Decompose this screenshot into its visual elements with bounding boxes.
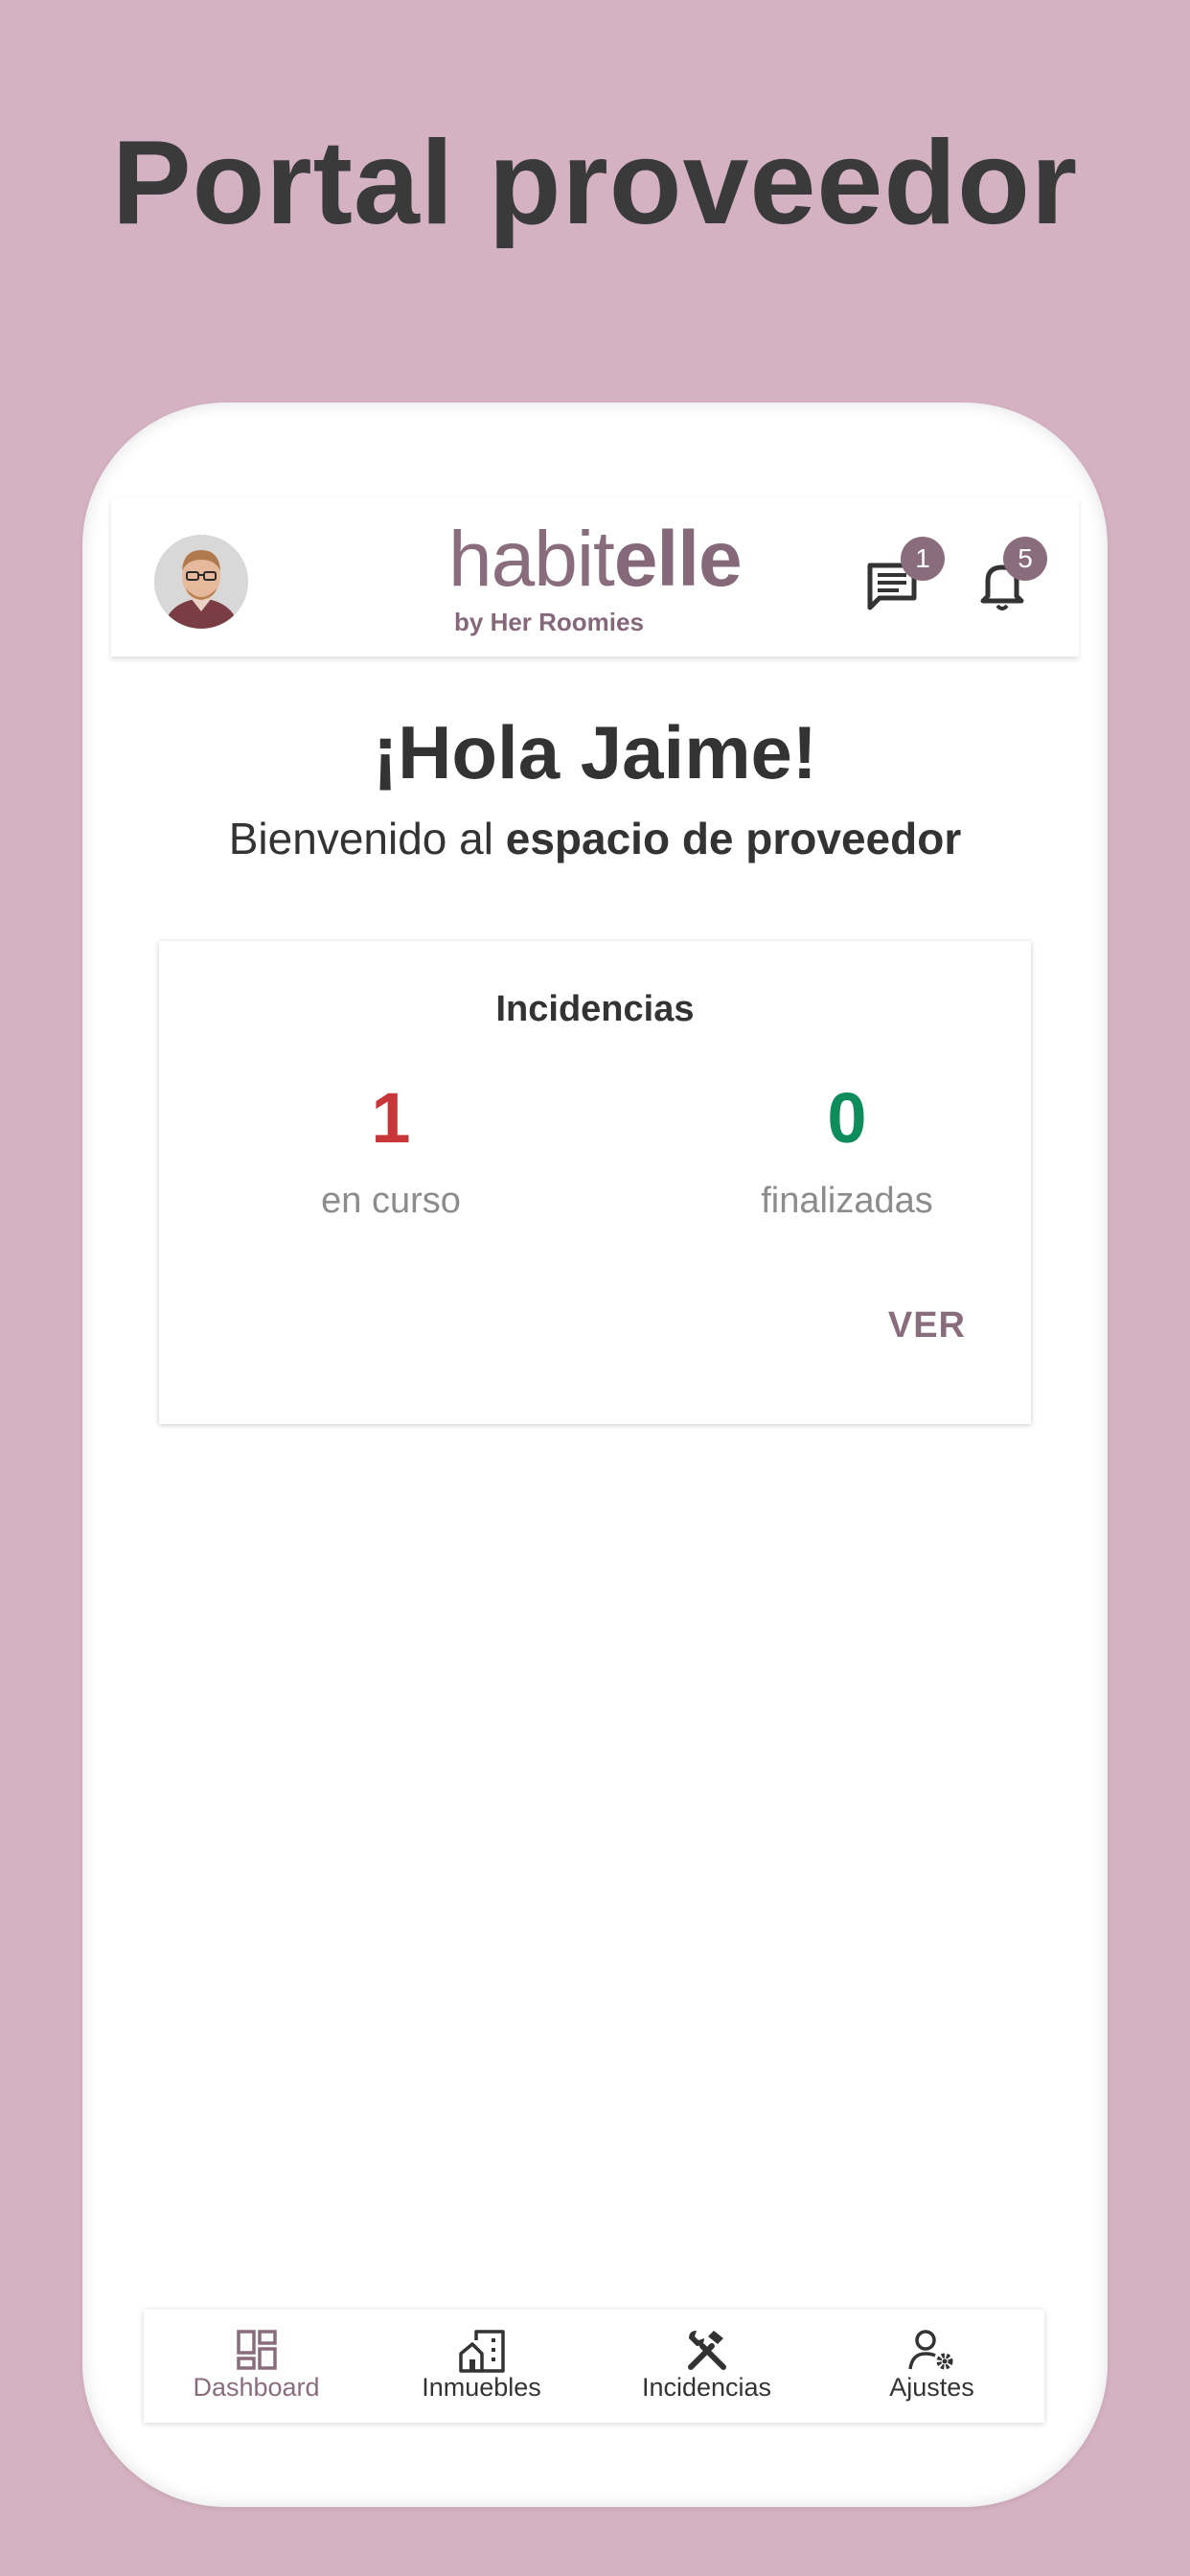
in-progress-count: 1 xyxy=(371,1078,411,1158)
tools-icon xyxy=(687,2331,726,2370)
nav-label-inmuebles: Inmuebles xyxy=(422,2373,541,2402)
finished-count: 0 xyxy=(827,1078,867,1158)
incidents-card-title: Incidencias xyxy=(495,989,695,1029)
nav-item-ajustes[interactable]: Ajustes xyxy=(819,2310,1044,2423)
stat-finished: 0 finalizadas xyxy=(655,1075,1039,1222)
nav-label-incidencias: Incidencias xyxy=(641,2373,772,2402)
nav-item-inmuebles[interactable]: Inmuebles xyxy=(369,2310,594,2423)
building-icon xyxy=(458,2330,505,2373)
logo-subtext: by Her Roomies xyxy=(454,608,644,636)
bottom-nav: Dashboard Inmuebles Incidencias Ajustes xyxy=(144,2310,1044,2423)
nav-label-ajustes: Ajustes xyxy=(889,2373,974,2402)
notifications-badge: 5 xyxy=(1003,537,1047,581)
incidents-card: Incidencias 1 en curso 0 finalizadas VER xyxy=(159,941,1031,1424)
app-header: habitelle by Her Roomies 1 5 xyxy=(111,498,1079,656)
messages-badge: 1 xyxy=(901,537,945,581)
nav-item-dashboard[interactable]: Dashboard xyxy=(144,2310,369,2423)
greeting: ¡Hola Jaime! xyxy=(373,710,817,794)
in-progress-label: en curso xyxy=(321,1181,461,1221)
notifications-button[interactable]: 5 xyxy=(969,537,1047,615)
habitelle-logo: habitelle by Her Roomies xyxy=(448,512,743,646)
banner-title: Portal proveedor xyxy=(111,117,1079,249)
avatar[interactable] xyxy=(154,535,248,629)
phone-frame: habitelle by Her Roomies 1 5 ¡Hola Jaime… xyxy=(82,402,1108,2507)
messages-button[interactable]: 1 xyxy=(858,537,945,615)
stat-in-progress: 1 en curso xyxy=(199,1075,583,1222)
view-incidents-button[interactable]: VER xyxy=(888,1305,966,1346)
dashboard-icon xyxy=(236,2330,277,2370)
nav-label-dashboard: Dashboard xyxy=(193,2373,320,2402)
logo-wordmark: habitelle xyxy=(448,516,743,603)
avatar-image xyxy=(154,535,248,629)
nav-item-incidencias[interactable]: Incidencias xyxy=(594,2310,819,2423)
user-settings-icon xyxy=(907,2330,952,2370)
welcome-subtitle: Bienvenido al espacio de proveedor xyxy=(228,814,962,863)
finished-label: finalizadas xyxy=(761,1181,933,1221)
